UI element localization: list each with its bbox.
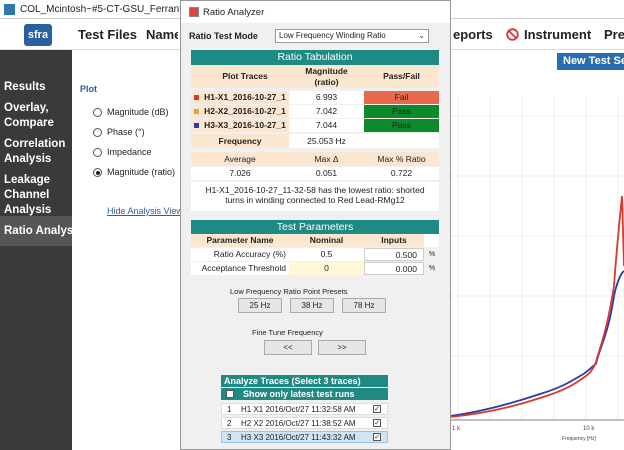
trace-row-3[interactable]: 3 H3 X3 2016/Oct/27 11:43:32 AM bbox=[221, 431, 388, 443]
sfra-logo: sfra bbox=[24, 24, 52, 46]
x-tick-1k: 1 k bbox=[452, 426, 461, 432]
stat-header-max-pct: Max % Ratio bbox=[364, 152, 439, 166]
sidebar-item-leakage-channel-analysis[interactable]: Leakage Channel Analysis bbox=[4, 173, 68, 218]
preset-78hz-button[interactable]: 78 Hz bbox=[342, 298, 386, 313]
status-badge-2: Pass bbox=[364, 105, 439, 118]
analyze-traces-header: Analyze Traces (Select 3 traces) bbox=[221, 375, 388, 387]
frequency-value: 25.053 Hz bbox=[289, 134, 364, 148]
frequency-label: Frequency bbox=[191, 134, 289, 148]
fine-tune-forward-button[interactable]: >> bbox=[318, 340, 366, 355]
stat-value-average: 7.026 bbox=[191, 167, 289, 180]
menu-preferences[interactable]: Pre bbox=[604, 27, 624, 42]
stat-value-max-delta: 0.051 bbox=[289, 167, 364, 180]
ratio-graph: 1 k 10 k Frequency [Hz] bbox=[450, 96, 624, 450]
trace-name-1: H1-X1_2016-10-27_1 bbox=[201, 91, 289, 104]
param-input-threshold[interactable]: 0.000 bbox=[364, 262, 424, 275]
analysis-note: H1-X1_2016-10-27_11-32-58 has the lowest… bbox=[191, 182, 439, 211]
column-plot-traces: Plot Traces bbox=[201, 65, 289, 88]
param-input-accuracy[interactable]: 0.500 bbox=[364, 248, 424, 261]
param-name-accuracy: Ratio Accuracy (%) bbox=[191, 248, 289, 261]
hide-analysis-view-link[interactable]: Hide Analysis View bbox=[107, 206, 183, 216]
x-axis-label: Frequency [Hz] bbox=[562, 436, 597, 442]
trace-row-num-1: 1 bbox=[227, 405, 232, 414]
trace-checkbox-2[interactable]: ✓ bbox=[373, 419, 381, 427]
fine-tune-label: Fine Tune Frequency bbox=[252, 328, 323, 337]
radio-magnitude-db[interactable] bbox=[93, 108, 102, 117]
param-nominal-threshold: 0 bbox=[289, 262, 364, 275]
column-inputs: Inputs bbox=[364, 234, 424, 247]
menu-test-files[interactable]: Test Files bbox=[78, 27, 137, 42]
menu-reports[interactable]: eports bbox=[453, 27, 493, 42]
ratio-test-mode-label: Ratio Test Mode bbox=[189, 31, 258, 41]
radio-label-impedance: Impedance bbox=[107, 147, 152, 157]
radio-label-phase: Phase (°) bbox=[107, 127, 145, 137]
column-parameter-name: Parameter Name bbox=[191, 234, 289, 247]
trace-swatch-3 bbox=[194, 123, 199, 128]
ratio-value-3: 7.044 bbox=[289, 119, 364, 132]
ratio-test-mode-select[interactable]: Low Frequency Winding Ratio ⌄ bbox=[275, 29, 429, 43]
menu-instrument[interactable]: Instrument bbox=[524, 27, 591, 42]
trace-row-2[interactable]: 2 H2 X2 2016/Oct/27 11:38:52 AM bbox=[221, 417, 388, 429]
radio-magnitude-ratio[interactable] bbox=[93, 168, 102, 177]
chevron-down-icon: ⌄ bbox=[418, 31, 425, 40]
stat-value-max-pct: 0.722 bbox=[364, 167, 439, 180]
param-name-threshold: Acceptance Threshold bbox=[191, 262, 289, 275]
stat-header-max-delta: Max Δ bbox=[289, 152, 364, 166]
trace-checkbox-1[interactable]: ✓ bbox=[373, 405, 381, 413]
show-latest-row: Show only latest test runs bbox=[221, 388, 388, 400]
param-unit-accuracy: % bbox=[428, 251, 436, 258]
x-tick-10k: 10 k bbox=[583, 426, 595, 432]
preset-38hz-button[interactable]: 38 Hz bbox=[290, 298, 334, 313]
trace-row-name-2: H2 X2 2016/Oct/27 11:38:52 AM bbox=[241, 419, 356, 428]
radio-label-magnitude-db: Magnitude (dB) bbox=[107, 107, 169, 117]
ratio-value-1: 6.993 bbox=[289, 91, 364, 104]
presets-label: Low Frequency Ratio Point Presets bbox=[230, 287, 348, 296]
radio-impedance[interactable] bbox=[93, 148, 102, 157]
radio-label-magnitude-ratio: Magnitude (ratio) bbox=[107, 167, 176, 177]
plot-heading: Plot bbox=[80, 84, 97, 94]
trace-row-name-1: H1 X1 2016/Oct/27 11:32:58 AM bbox=[241, 405, 356, 414]
status-badge-3: Pass bbox=[364, 119, 439, 132]
trace-name-3: H3-X3_2016-10-27_1 bbox=[201, 119, 289, 132]
column-nominal: Nominal bbox=[289, 234, 364, 247]
column-pass-fail: Pass/Fail bbox=[364, 65, 439, 88]
trace-row-num-3: 3 bbox=[227, 433, 232, 442]
frequency-blank bbox=[364, 134, 439, 148]
radio-phase[interactable] bbox=[93, 128, 102, 137]
column-magnitude-ratio: Magnitude (ratio) bbox=[289, 65, 364, 88]
trace-row-1[interactable]: 1 H1 X1 2016/Oct/27 11:32:58 AM bbox=[221, 403, 388, 415]
unit-column-header bbox=[424, 234, 439, 247]
trace-row-name-3: H3 X3 2016/Oct/27 11:43:32 AM bbox=[241, 433, 356, 442]
trace-checkbox-3[interactable]: ✓ bbox=[373, 433, 381, 441]
show-latest-label: Show only latest test runs bbox=[243, 389, 355, 399]
ratio-value-2: 7.042 bbox=[289, 105, 364, 118]
ratio-tabulation-header: Ratio Tabulation bbox=[191, 50, 439, 65]
trace-swatch-2 bbox=[194, 109, 199, 114]
preset-25hz-button[interactable]: 25 Hz bbox=[238, 298, 282, 313]
app-icon bbox=[4, 4, 15, 15]
test-parameters-header: Test Parameters bbox=[191, 220, 439, 234]
new-test-session-button[interactable]: New Test Sess bbox=[557, 53, 624, 70]
param-unit-threshold: % bbox=[428, 265, 436, 272]
show-latest-checkbox[interactable] bbox=[226, 390, 234, 398]
sidebar-item-overlay-compare[interactable]: Overlay, Compare bbox=[4, 101, 68, 131]
trace-swatch-1 bbox=[194, 95, 199, 100]
dialog-titlebar: Ratio Analyzer bbox=[181, 1, 450, 23]
status-badge-1: Fail bbox=[364, 91, 439, 104]
swatch-column-header bbox=[191, 65, 201, 88]
fine-tune-back-button[interactable]: << bbox=[264, 340, 312, 355]
sidebar-item-results[interactable]: Results bbox=[4, 80, 46, 95]
ratio-test-mode-value: Low Frequency Winding Ratio bbox=[279, 31, 386, 40]
dialog-title: Ratio Analyzer bbox=[203, 7, 265, 18]
trace-name-2: H2-X2_2016-10-27_1 bbox=[201, 105, 289, 118]
trace-row-num-2: 2 bbox=[227, 419, 232, 428]
sidebar-item-correlation-analysis[interactable]: Correlation Analysis bbox=[4, 137, 70, 167]
menu-name[interactable]: Name bbox=[146, 27, 178, 42]
sidebar-item-ratio-analysis[interactable]: Ratio Analysis bbox=[4, 224, 83, 239]
no-entry-icon bbox=[506, 28, 519, 41]
param-nominal-accuracy: 0.5 bbox=[289, 248, 364, 261]
ratio-analyzer-icon bbox=[189, 7, 199, 17]
stat-header-average: Average bbox=[191, 152, 289, 166]
